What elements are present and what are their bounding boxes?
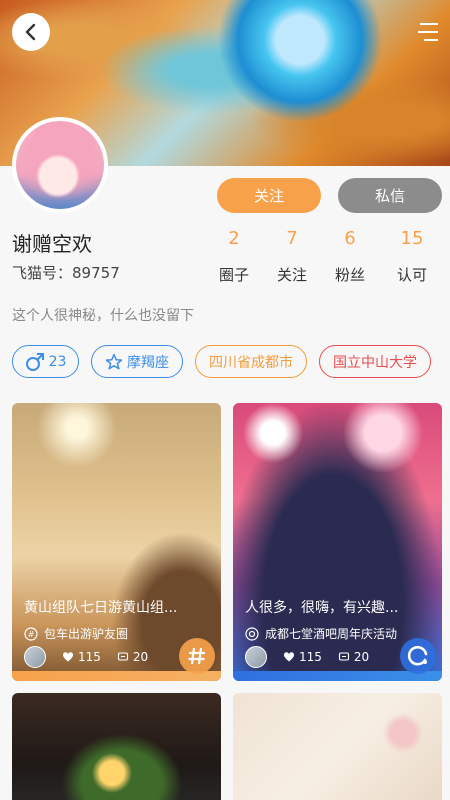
like-count: 115: [299, 650, 322, 664]
post-title: 黄山组队七日游黄山组...: [24, 600, 178, 616]
svg-text:#: #: [28, 630, 35, 639]
menu-button[interactable]: [416, 20, 440, 44]
user-id: 飞猫号：89757: [12, 262, 120, 283]
comment-icon: [338, 652, 349, 661]
star-icon: [105, 353, 123, 369]
topic-button[interactable]: [179, 638, 215, 674]
stat-value: 6: [344, 228, 356, 249]
stat-followers[interactable]: 6 粉丝: [325, 228, 375, 285]
comments[interactable]: 20: [338, 650, 369, 664]
user-id-value: 89757: [72, 264, 120, 282]
comment-count: 20: [353, 650, 370, 664]
stat-label: 认可: [396, 266, 427, 284]
chevron-left-icon: [25, 23, 36, 41]
user-name: 谢赠空欢: [12, 232, 92, 256]
hash-circle-icon: #: [24, 626, 38, 641]
likes[interactable]: 115: [283, 650, 322, 664]
post-title: 人很多，很嗨，有兴趣...: [245, 600, 399, 616]
stat-value: 2: [228, 228, 240, 249]
post-meta: 115 20: [24, 646, 148, 668]
stat-value: 7: [286, 228, 298, 249]
post-circle[interactable]: 成都七堂酒吧周年庆活动: [245, 625, 397, 642]
tag-school[interactable]: 国立中山大学: [319, 345, 431, 378]
user-bio: 这个人很神秘，什么也没留下: [12, 308, 194, 324]
likes[interactable]: 115: [62, 650, 101, 664]
post-meta: 115 20: [245, 646, 369, 668]
stat-following[interactable]: 7 关注: [267, 228, 317, 285]
stat-label: 粉丝: [334, 266, 365, 284]
tag-gender-age[interactable]: 23: [12, 345, 79, 378]
tag-location[interactable]: 四川省成都市: [195, 345, 307, 378]
comment-icon: [117, 652, 128, 661]
stat-label: 圈子: [218, 266, 249, 284]
heart-icon: [62, 652, 74, 662]
post-circle-name: 成都七堂酒吧周年庆活动: [265, 627, 398, 641]
loading-ring-icon: [407, 645, 428, 666]
activity-button[interactable]: [400, 638, 436, 674]
user-id-label: 飞猫号：: [12, 264, 73, 282]
comments[interactable]: 20: [117, 650, 148, 664]
heart-icon: [283, 652, 295, 662]
like-count: 115: [78, 650, 101, 664]
circle-tag-icon: [245, 626, 259, 641]
post-circle[interactable]: # 包车出游驴友圈: [24, 625, 128, 642]
post-card[interactable]: [233, 693, 442, 800]
tag-age-text: 23: [48, 353, 67, 370]
post-circle-name: 包车出游驴友圈: [44, 627, 129, 641]
comment-count: 20: [132, 650, 149, 664]
message-button[interactable]: 私信: [338, 178, 442, 213]
hash-icon: [188, 647, 205, 665]
tag-constellation[interactable]: 摩羯座: [91, 345, 183, 378]
stat-value: 15: [400, 228, 424, 249]
author-avatar[interactable]: [24, 646, 46, 668]
menu-icon: [418, 23, 438, 41]
post-card[interactable]: 人很多，很嗨，有兴趣... 成都七堂酒吧周年庆活动 115 20: [233, 403, 442, 681]
follow-button[interactable]: 关注: [217, 178, 321, 213]
back-button[interactable]: [12, 13, 50, 51]
post-card[interactable]: 黄山组队七日游黄山组... # 包车出游驴友圈 115 20: [12, 403, 221, 681]
post-card[interactable]: [12, 693, 221, 800]
stat-circles[interactable]: 2 圈子: [209, 228, 259, 285]
avatar[interactable]: [12, 117, 108, 213]
stat-approvals[interactable]: 15 认可: [387, 228, 437, 285]
tag-constellation-text: 摩羯座: [127, 354, 169, 371]
author-avatar[interactable]: [245, 646, 267, 668]
male-icon: [25, 352, 44, 371]
stat-label: 关注: [276, 266, 307, 284]
